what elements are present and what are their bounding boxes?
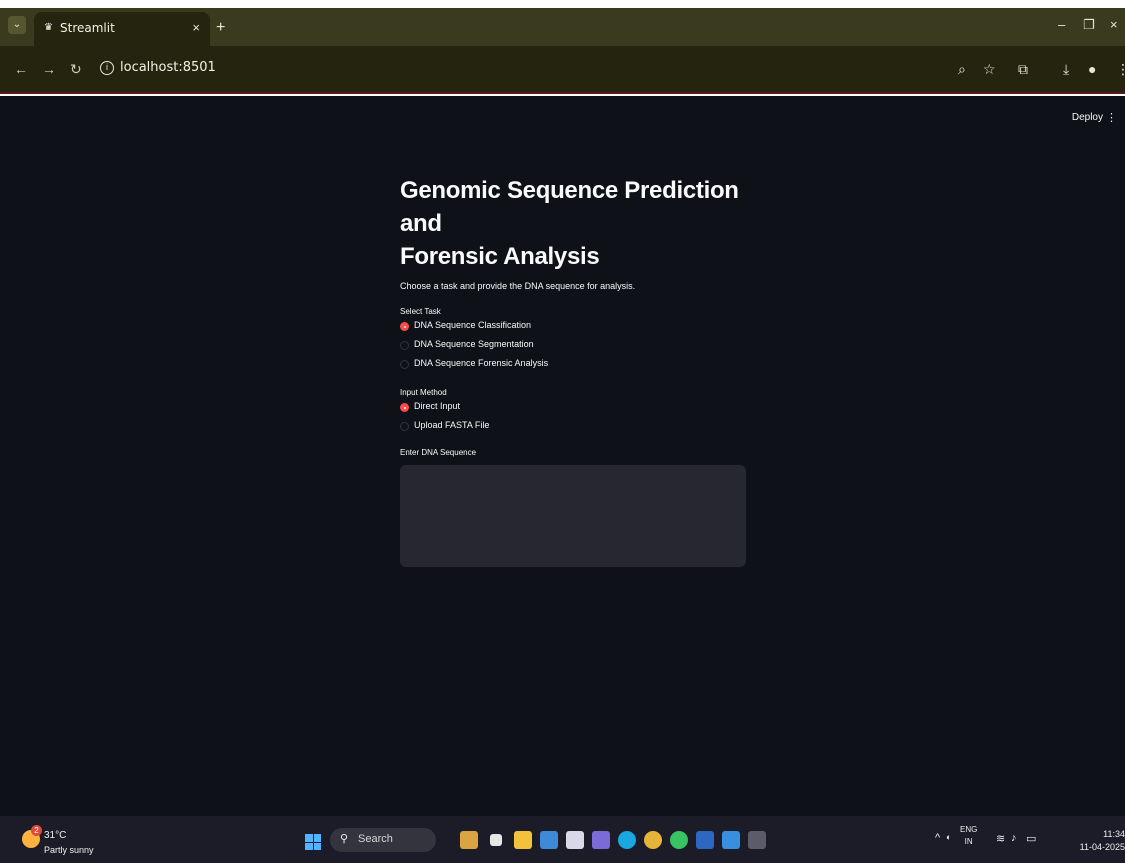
tab-search-chevron-icon[interactable]: ⌄ xyxy=(8,16,26,34)
file-explorer-icon[interactable] xyxy=(514,831,532,849)
profile-avatar-icon[interactable]: ● xyxy=(1088,61,1096,77)
edge-icon[interactable] xyxy=(618,831,636,849)
restore-icon[interactable]: ❐ xyxy=(1083,17,1095,33)
radio-selected-icon[interactable] xyxy=(400,403,409,412)
teams-icon[interactable] xyxy=(592,831,610,849)
volume-icon[interactable]: ♪ xyxy=(1011,832,1017,844)
chrome-icon[interactable] xyxy=(644,831,662,849)
store-icon[interactable] xyxy=(566,831,584,849)
task-view-icon[interactable] xyxy=(490,834,502,846)
task-option-segmentation[interactable]: DNA Sequence Segmentation xyxy=(400,339,746,355)
page-title-line2: Forensic Analysis xyxy=(400,243,600,270)
radio-label: Direct Input xyxy=(414,401,461,411)
radio-label: DNA Sequence Segmentation xyxy=(414,339,534,349)
sequence-input-label: Enter DNA Sequence xyxy=(400,448,477,457)
copilot-icon[interactable] xyxy=(540,831,558,849)
input-method-radio-group: Direct Input Upload FASTA File xyxy=(400,401,746,436)
region-code: IN xyxy=(964,837,973,846)
radio-label: DNA Sequence Forensic Analysis xyxy=(414,358,549,368)
streamlit-favicon-icon: ♛ xyxy=(44,22,53,33)
extensions-icon[interactable]: ⧉ xyxy=(1018,61,1028,78)
browser-toolbar: ← → ↻ i localhost:8501 ⌕ ☆ ⧉ ⤓ ● ⋮ xyxy=(0,46,1125,94)
weather-condition[interactable]: Partly sunny xyxy=(44,845,94,855)
dna-sequence-textarea[interactable] xyxy=(400,465,746,567)
tray-chevron-up-icon[interactable]: ^ xyxy=(935,832,940,844)
browser-tab-strip: ⌄ ♛ Streamlit × + – ❐ × xyxy=(0,8,1125,46)
widgets-app-icon[interactable] xyxy=(460,831,478,849)
page-title: Genomic Sequence Prediction and Forensic… xyxy=(400,174,746,273)
download-icon[interactable]: ⤓ xyxy=(1063,61,1069,78)
language-indicator[interactable]: ENG IN xyxy=(960,824,977,848)
search-label: Search xyxy=(358,833,393,845)
bookmark-star-icon[interactable]: ☆ xyxy=(983,61,996,78)
input-method-label: Input Method xyxy=(400,388,447,397)
page-title-line1: Genomic Sequence Prediction and xyxy=(400,177,739,237)
clock-time: 11:34 xyxy=(1103,829,1125,839)
whatsapp-icon[interactable] xyxy=(670,831,688,849)
close-tab-icon[interactable]: × xyxy=(192,20,200,35)
browser-tab[interactable]: ♛ Streamlit × xyxy=(34,12,210,46)
address-bar[interactable]: i localhost:8501 xyxy=(94,55,384,83)
weather-temperature[interactable]: 31°C xyxy=(44,830,66,841)
task-option-classification[interactable]: DNA Sequence Classification xyxy=(400,320,746,336)
zoom-icon[interactable]: ⌕ xyxy=(958,61,966,78)
tab-title: Streamlit xyxy=(60,21,115,35)
task-radio-group: DNA Sequence Classification DNA Sequence… xyxy=(400,320,746,374)
url-text: localhost:8501 xyxy=(120,60,216,75)
close-window-icon[interactable]: × xyxy=(1110,17,1118,32)
wifi-icon[interactable]: ≋ xyxy=(996,832,1005,845)
task-label: Select Task xyxy=(400,307,441,316)
radio-label: Upload FASTA File xyxy=(414,420,490,430)
radio-unselected-icon[interactable] xyxy=(400,422,409,431)
new-tab-plus-icon[interactable]: + xyxy=(216,19,225,37)
system-clock[interactable]: 11:34 11-04-2025 xyxy=(1080,828,1125,854)
back-arrow-icon[interactable]: ← xyxy=(14,61,28,77)
deploy-button[interactable]: Deploy xyxy=(1072,112,1103,123)
browser-menu-icon[interactable]: ⋮ xyxy=(1116,61,1125,78)
radio-selected-icon[interactable] xyxy=(400,322,409,331)
word-icon[interactable] xyxy=(696,831,714,849)
minimize-icon[interactable]: – xyxy=(1058,17,1065,32)
page-subtitle: Choose a task and provide the DNA sequen… xyxy=(400,281,636,291)
input-option-direct[interactable]: Direct Input xyxy=(400,401,746,417)
search-icon: ⚲ xyxy=(340,833,349,845)
radio-label: DNA Sequence Classification xyxy=(414,320,532,330)
task-option-forensic[interactable]: DNA Sequence Forensic Analysis xyxy=(400,358,746,374)
battery-icon[interactable]: ▭ xyxy=(1026,832,1036,845)
terminal-icon[interactable] xyxy=(748,831,766,849)
reload-icon[interactable]: ↻ xyxy=(70,61,82,78)
forward-arrow-icon[interactable]: → xyxy=(42,61,56,77)
app-menu-icon[interactable]: ⋮ xyxy=(1106,111,1117,124)
main-content: Genomic Sequence Prediction and Forensic… xyxy=(400,174,746,567)
input-option-upload-fasta[interactable]: Upload FASTA File xyxy=(400,420,746,436)
windows-start-icon[interactable] xyxy=(305,834,321,850)
site-info-icon[interactable]: i xyxy=(100,61,114,75)
language-code: ENG xyxy=(960,825,978,834)
weather-badge: 2 xyxy=(31,825,42,836)
radio-unselected-icon[interactable] xyxy=(400,360,409,369)
taskbar-search[interactable]: ⚲ Search xyxy=(330,828,436,852)
windows-taskbar: 2 31°C Partly sunny ⚲ Search ^ ◐ ENG IN … xyxy=(0,816,1125,863)
tray-app-icon[interactable]: ◐ xyxy=(946,832,951,842)
radio-unselected-icon[interactable] xyxy=(400,341,409,350)
vscode-icon[interactable] xyxy=(722,831,740,849)
clock-date: 11-04-2025 xyxy=(1079,842,1125,852)
streamlit-app: Deploy ⋮ Genomic Sequence Prediction and… xyxy=(0,96,1125,816)
